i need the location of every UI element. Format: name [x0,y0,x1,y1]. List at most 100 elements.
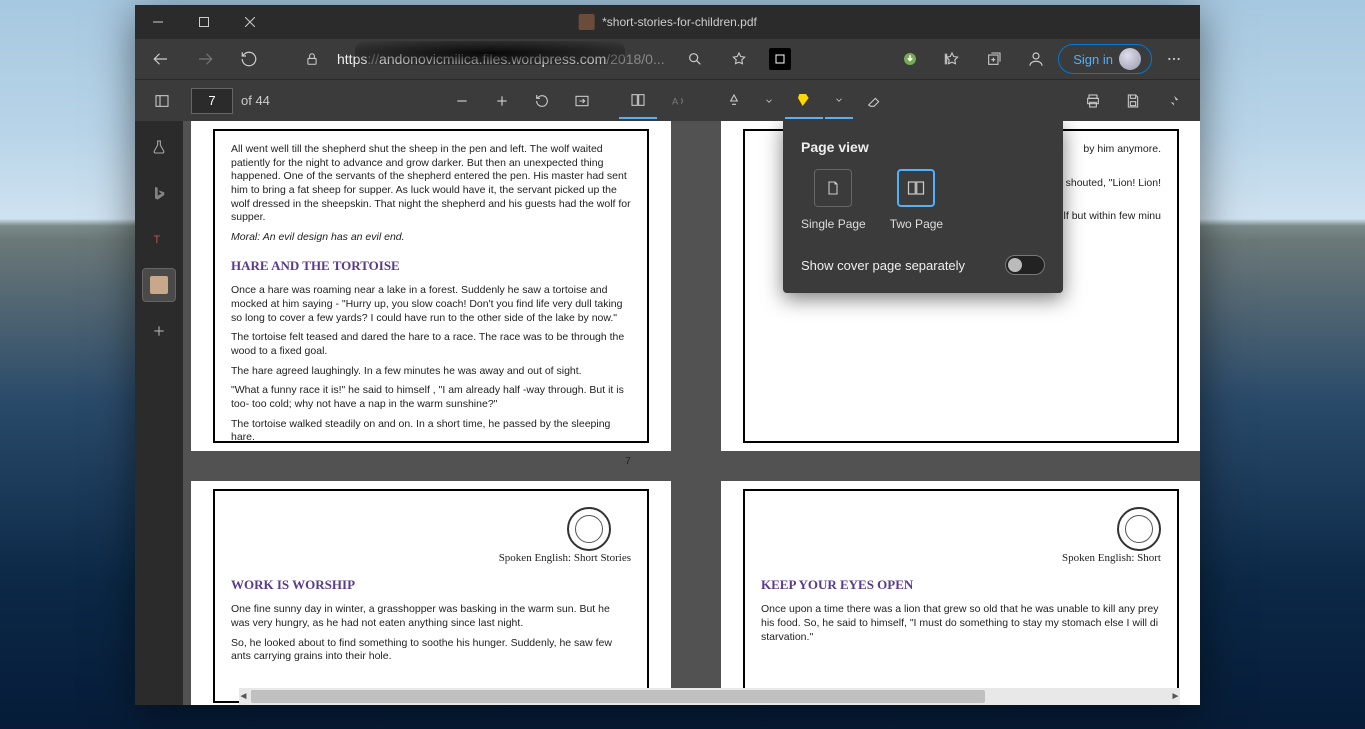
refresh-button[interactable] [229,41,269,77]
window-controls [135,5,273,39]
p7-para4: "What a funny race it is!" he said to hi… [231,384,631,411]
tab-title: *short-stories-for-children.pdf [602,15,757,29]
download-manager-icon[interactable] [890,41,930,77]
pdf-page-9: Spoken English: Short Stories WORK IS WO… [191,481,671,705]
p7-para2: The tortoise felt teased and dared the h… [231,331,631,358]
minimize-button[interactable] [135,5,181,39]
pdf-toolbar-center: A [443,83,893,119]
p9-running-header: Spoken English: Short Stories [231,551,631,565]
rotate-button[interactable] [523,83,561,119]
navbar: https://andonovicmilica.files.wordpress.… [135,39,1200,79]
page-view-button[interactable] [619,83,657,119]
pdf-toolbar: of 44 A [135,79,1200,121]
zoom-out-button[interactable] [443,83,481,119]
url-host: andonovicmilica.files.wordpress.com [379,51,606,67]
fit-page-button[interactable] [563,83,601,119]
p9-para1: One fine sunny day in winter, a grasshop… [231,603,631,630]
cover-page-row: Show cover page separately [801,255,1045,275]
p7-para1: Once a hare was roaming near a lake in a… [231,284,631,325]
collections-icon[interactable] [974,41,1014,77]
pdf-toolbar-right [1074,83,1192,119]
content-area: T All went well till the shepherd shut t… [135,121,1200,705]
favorite-star-icon[interactable] [719,41,759,77]
rail-avatar-icon[interactable] [143,269,175,301]
p7-para3: The hare agreed laughingly. In a few min… [231,365,631,379]
single-page-icon [814,169,852,207]
pdf-viewport[interactable]: All went well till the shepherd shut the… [183,121,1200,705]
titlebar: *short-stories-for-children.pdf [135,5,1200,39]
p9-story-title: WORK IS WORSHIP [231,577,631,593]
contrast-icon[interactable] [769,48,791,70]
more-menu-icon[interactable] [1154,41,1194,77]
p7-moral: Moral: An evil design has an evil end. [231,231,631,245]
svg-text:A: A [672,96,679,106]
favorites-list-icon[interactable] [932,41,972,77]
profile-icon[interactable] [1016,41,1056,77]
rail-bing-icon[interactable] [143,177,175,209]
single-page-label: Single Page [801,217,866,231]
zoom-in-button[interactable] [483,83,521,119]
browser-window: *short-stories-for-children.pdf [135,5,1200,705]
maximize-button[interactable] [181,5,227,39]
sign-in-label: Sign in [1073,52,1113,67]
rail-add-icon[interactable] [143,315,175,347]
lock-icon[interactable] [297,41,327,77]
two-page-label: Two Page [890,217,943,231]
avatar-icon [1119,48,1141,70]
horizontal-scrollbar[interactable]: ◄ ► [239,688,1180,705]
popup-options: Single Page Two Page [801,169,1045,231]
p7-para5: The tortoise walked steadily on and on. … [231,418,631,445]
horizontal-scroll-thumb[interactable] [251,690,985,703]
seal-icon [567,507,611,551]
p7-story-title: HARE AND THE TORTOISE [231,258,631,274]
save-button[interactable] [1114,83,1152,119]
page-view-popup: Page view Single Page Two Page [783,121,1063,293]
address-bar[interactable]: https://andonovicmilica.files.wordpress.… [331,51,671,67]
read-aloud-button[interactable]: A [659,83,697,119]
navbar-right: Sign in [890,41,1194,77]
url-scheme: https [337,51,367,67]
p10-running-header: Spoken English: Short [761,551,1161,565]
sign-in-button[interactable]: Sign in [1058,44,1152,74]
url-sep: :// [367,51,379,67]
tab[interactable]: *short-stories-for-children.pdf [578,5,757,39]
page-total-label: of 44 [241,93,270,108]
two-page-icon [897,169,935,207]
single-page-option[interactable]: Single Page [801,169,866,231]
close-button[interactable] [227,5,273,39]
search-in-page-icon[interactable] [675,41,715,77]
draw-menu-chevron[interactable] [755,83,783,119]
toggle-knob [1008,258,1022,272]
p10-story-title: KEEP YOUR EYES OPEN [761,577,1161,593]
tab-favicon [578,14,594,30]
cover-page-label: Show cover page separately [801,258,965,273]
rail-text-icon[interactable]: T [143,223,175,255]
highlight-menu-chevron[interactable] [825,83,853,119]
back-button[interactable] [141,41,181,77]
side-rail: T [135,121,183,705]
url-path: /2018/0... [606,51,664,67]
scroll-right-arrow[interactable]: ► [1167,688,1184,705]
p10-para1: Once upon a time there was a lion that g… [761,603,1161,644]
print-button[interactable] [1074,83,1112,119]
p7-page-number: 7 [231,455,631,469]
pdf-page-7: All went well till the shepherd shut the… [191,121,671,451]
pin-toolbar-button[interactable] [1154,83,1192,119]
rail-flask-icon[interactable] [143,131,175,163]
erase-button[interactable] [855,83,893,119]
contents-panel-toggle[interactable] [143,83,181,119]
p7-top-text: All went well till the shepherd shut the… [231,143,631,225]
highlight-button[interactable] [785,83,823,119]
draw-button[interactable] [715,83,753,119]
popup-title: Page view [801,139,1045,155]
svg-text:T: T [154,234,161,246]
two-page-option[interactable]: Two Page [890,169,943,231]
p9-para2: So, he looked about to find something to… [231,637,631,664]
cover-page-toggle[interactable] [1005,255,1045,275]
seal-icon [1117,507,1161,551]
scroll-left-arrow[interactable]: ◄ [235,688,252,705]
forward-button[interactable] [185,41,225,77]
page-indicator: of 44 [191,88,270,114]
page-number-input[interactable] [191,88,233,114]
pdf-page-10: Spoken English: Short KEEP YOUR EYES OPE… [721,481,1200,705]
